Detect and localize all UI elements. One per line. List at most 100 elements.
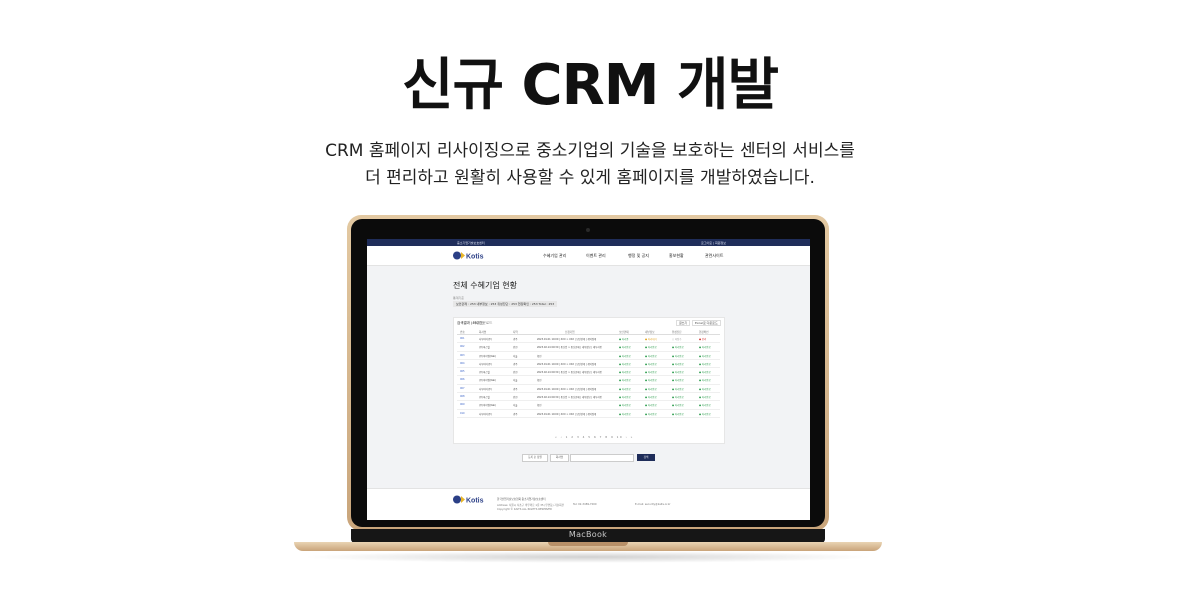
row-status-internal: ● 처리완료 xyxy=(645,412,657,416)
row-company[interactable]: (주)파스텔 xyxy=(479,395,490,399)
row-status-security: ● 처리완료 xyxy=(619,387,631,391)
row-status-security: ● 처리완료 xyxy=(619,354,631,358)
row-region: 광주 xyxy=(513,412,518,416)
table-row[interactable]: 006 (주)아이랩(Ilab) 서울 확인 ● 처리완료 ● 처리완료 ● 처리완료 ● 처… xyxy=(457,376,720,385)
table-row[interactable]: 002 (주)파스텔 인천 2023.02.14 09:30 | 통신업 > 통신판매… xyxy=(457,343,720,352)
row-number[interactable]: 001 xyxy=(460,337,465,340)
table-row[interactable]: 007 나무아이(주) 광주 2023.01.01 10:00 | XXX > XXX… xyxy=(457,385,720,394)
row-company[interactable]: (주)아이랩(Ilab) xyxy=(479,354,496,358)
footer-address: Address: 서울시 서초구 바우뫼로 1길 35 (우면동) 기술회관 xyxy=(497,504,564,507)
table-row[interactable]: 004 나무아이(주) 광주 2023.01.01 10:00 | XXX > XXX… xyxy=(457,360,720,369)
row-status-onsite: ● 처리완료 xyxy=(699,379,711,383)
row-status-onsite: ● 반려 xyxy=(699,338,707,341)
table-row[interactable]: 008 (주)파스텔 인천 2023.02.14 09:30 | 통신업 > 통신판매… xyxy=(457,393,720,402)
row-number[interactable]: 005 xyxy=(460,370,465,373)
row-status-onsite: ● 처리완료 xyxy=(699,354,711,358)
pagination[interactable]: « ‹ 1 2 3 4 5 6 7 8 9 10 › » xyxy=(555,435,634,439)
row-number[interactable]: 009 xyxy=(460,403,465,406)
footer-email: E-mail: security@kaits.or.kr xyxy=(635,503,671,506)
row-number[interactable]: 006 xyxy=(460,378,465,381)
excel-download-button[interactable]: Excel로 다운로드 xyxy=(692,320,721,326)
row-status-vuln: ● 처리완료 xyxy=(672,354,684,358)
nav-item-beneficiaries[interactable]: 수혜기업 관리 xyxy=(543,253,566,259)
laptop-shadow xyxy=(300,551,876,563)
row-status-internal: ● 처리완료 xyxy=(645,387,657,391)
col-header: 신청기업 xyxy=(565,331,575,334)
row-status-internal: ● 처리완료 xyxy=(645,371,657,375)
camera-icon xyxy=(586,228,590,232)
search-button[interactable]: 검색 xyxy=(637,454,655,461)
screen-page-title: 전체 수혜기업 현황 xyxy=(453,281,517,290)
table-row[interactable]: 010 나무아이(주) 광주 2023.01.01 10:00 | XXX > XXX… xyxy=(457,410,720,418)
row-company[interactable]: 나무아이(주) xyxy=(479,412,492,416)
row-status-vuln: ○ 미접수 xyxy=(672,338,682,341)
row-status-security: ● 처리중 xyxy=(619,338,629,341)
row-status-security: ● 처리완료 xyxy=(619,404,631,408)
row-company[interactable]: (주)아이랩(Ilab) xyxy=(479,403,496,407)
col-header: 회사명 xyxy=(479,331,487,334)
row-number[interactable]: 002 xyxy=(460,345,465,348)
search-input[interactable] xyxy=(570,454,634,462)
row-region: 광주 xyxy=(513,338,518,341)
row-number[interactable]: 004 xyxy=(460,362,465,365)
row-number[interactable]: 003 xyxy=(460,354,465,357)
row-status-internal: ● 처리완료 xyxy=(645,404,657,408)
search-field-select[interactable]: 회사명 xyxy=(550,454,569,462)
table-row[interactable]: 003 (주)아이랩(Ilab) 서울 확인 ● 처리완료 ● 처리완료 ● 처리완료 ● 처… xyxy=(457,352,720,360)
row-status-vuln: ● 처리완료 xyxy=(672,362,684,366)
row-description: 확인 xyxy=(537,354,542,358)
nav-item-events[interactable]: 이벤트 관리 xyxy=(586,253,606,259)
row-description: 확인 xyxy=(537,404,542,408)
row-status-security: ● 처리완료 xyxy=(619,371,631,375)
row-region: 광주 xyxy=(513,387,518,391)
screen-footer: Kotis 한국산업기술보호협회 중소기업기술보호센터 Address: 서울시… xyxy=(367,488,810,520)
row-number[interactable]: 008 xyxy=(460,395,465,398)
row-status-onsite: ● 처리완료 xyxy=(699,396,711,400)
row-status-internal: ● 처리완료 xyxy=(645,396,657,400)
row-region: 광주 xyxy=(513,362,518,366)
row-region: 인천 xyxy=(513,371,518,375)
row-region: 서울 xyxy=(513,379,518,383)
description-line-2: 더 편리하고 원활히 사용할 수 있게 홈페이지를 개발하였습니다. xyxy=(365,168,815,188)
table-row[interactable]: 005 (주)파스텔 인천 2023.02.14 09:30 | 통신업 > 통신판매… xyxy=(457,368,720,377)
row-company[interactable]: 나무아이(주) xyxy=(479,337,492,341)
nav-item-promotion[interactable]: 홍보현황 xyxy=(669,253,684,259)
nav-item-related-sites[interactable]: 관련사이트 xyxy=(705,253,723,259)
col-header: 내부정보 xyxy=(645,331,655,334)
row-company[interactable]: 나무아이(주) xyxy=(479,362,492,366)
row-description: 2023.01.01 10:00 | XXX > XXX | 보안관제 | 취약… xyxy=(537,387,597,391)
row-description: 2023.01.01 10:00 | XXX > XXX | 보안관제 | 취약… xyxy=(537,338,597,341)
row-description: 2023.02.14 09:30 | 통신업 > 통신판매 | 내부정보 | 세… xyxy=(537,346,602,350)
row-number[interactable]: 007 xyxy=(460,387,465,390)
register-button[interactable]: 글쓰기 xyxy=(676,320,691,326)
row-status-internal: ● 처리대기 xyxy=(645,338,657,341)
row-company[interactable]: (주)파스텔 xyxy=(479,345,490,349)
footer-copyright: Copyright © KAITS ALL RIGHTS RESERVED xyxy=(497,508,553,511)
row-status-onsite: ● 처리완료 xyxy=(699,412,711,416)
footer-org: 한국산업기술보호협회 중소기업기술보호센터 xyxy=(497,498,546,501)
row-description: 2023.02.14 09:30 | 통신업 > 통신판매 | 내부정보 | 세… xyxy=(537,371,602,375)
row-region: 서울 xyxy=(513,404,518,408)
row-number[interactable]: 010 xyxy=(460,412,465,415)
row-status-vuln: ● 처리완료 xyxy=(672,379,684,383)
svg-text:Kotis: Kotis xyxy=(466,254,484,261)
table-body: 001 나무아이(주) 광주 2023.01.01 10:00 | XXX > XXX… xyxy=(457,335,720,418)
topbar-site-name: 중소기업기술보호센터 xyxy=(457,241,485,245)
table-row[interactable]: 001 나무아이(주) 광주 2023.01.01 10:00 | XXX > XXX… xyxy=(457,335,720,344)
row-status-security: ● 처리완료 xyxy=(619,412,631,416)
topbar-user-links[interactable]: 로그아웃 | 회원정보 xyxy=(701,241,726,245)
row-region: 서울 xyxy=(513,354,518,358)
row-status-security: ● 처리완료 xyxy=(619,379,631,383)
sort-select[interactable]: 등록 순 정렬 xyxy=(522,454,548,462)
kotis-logo-icon[interactable]: Kotis xyxy=(453,250,485,261)
footer-tel: Tel: 02-3489-7000 xyxy=(573,503,597,506)
nav-item-notices[interactable]: 행정 및 공지 xyxy=(628,253,649,259)
screen-topbar: 중소기업기술보호센터 로그아웃 | 회원정보 xyxy=(367,239,810,246)
row-company[interactable]: (주)파스텔 xyxy=(479,370,490,374)
results-subheading[interactable]: 엑셀다운로드 xyxy=(473,321,492,326)
col-header: 취성진단 xyxy=(672,331,682,334)
table-row[interactable]: 009 (주)아이랩(Ilab) 서울 확인 ● 처리완료 ● 처리완료 ● 처리완료 ● 처… xyxy=(457,401,720,410)
row-company[interactable]: (주)아이랩(Ilab) xyxy=(479,378,496,382)
row-company[interactable]: 나무아이(주) xyxy=(479,387,492,391)
screen-nav: Kotis 수혜기업 관리 이벤트 관리 행정 및 공지 홍보현황 관련사이트 xyxy=(367,246,810,266)
